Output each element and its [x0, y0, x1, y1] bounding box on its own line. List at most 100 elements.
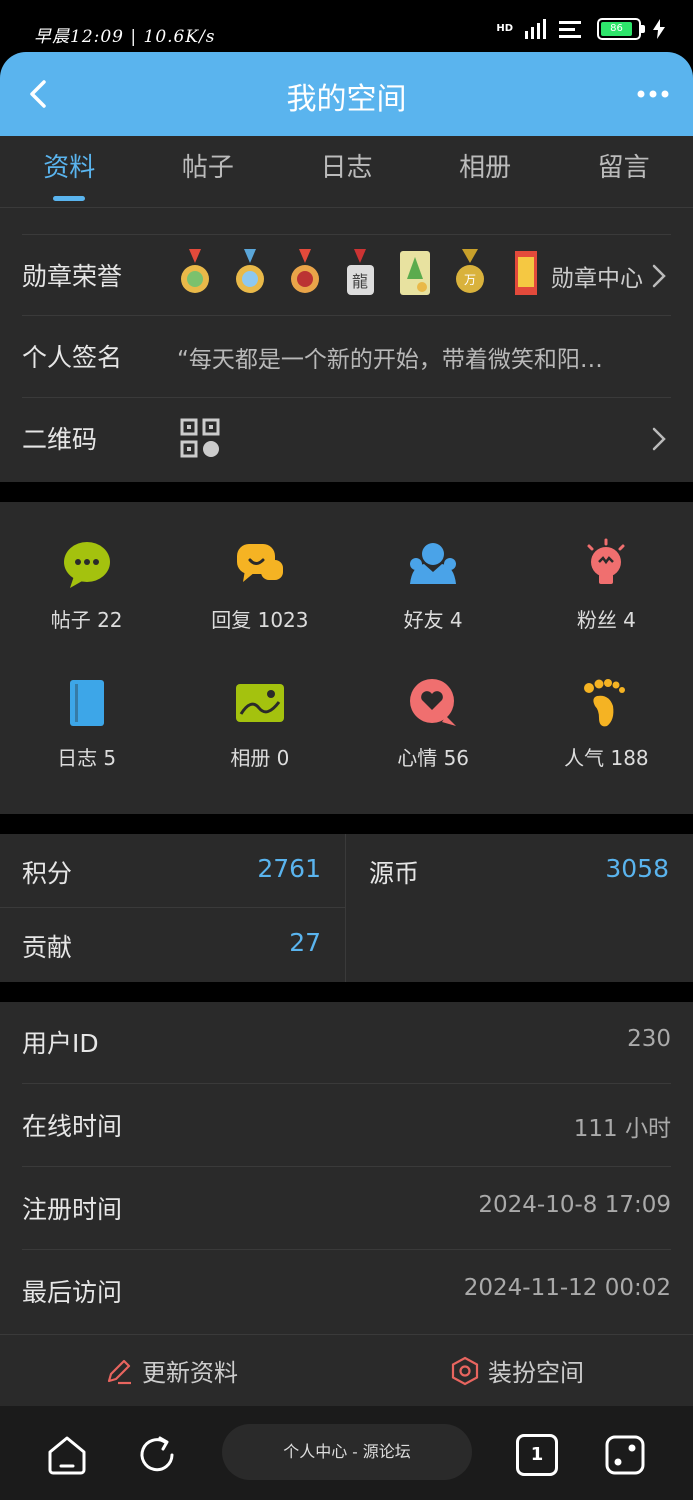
tab-journal[interactable]: 日志: [277, 136, 416, 207]
reply-bubbles-icon: [236, 544, 283, 582]
stat-journal[interactable]: 日志 5: [0, 662, 173, 800]
action-bar: 更新资料 装扮空间: [0, 1334, 693, 1406]
contrib-value: 27: [289, 928, 321, 957]
contrib-cell[interactable]: 贡献 27: [0, 908, 346, 982]
qrcode-icon: [180, 418, 220, 458]
last-visit-label: 最后访问: [22, 1278, 123, 1307]
medal-flower-icon: [181, 249, 209, 293]
picture-icon: [235, 684, 284, 722]
info-section: 用户ID 230 在线时间 111 小时 注册时间 2024-10-8 17:0…: [0, 1002, 693, 1334]
edit-pencil-icon: [107, 1359, 131, 1384]
tab-messages[interactable]: 留言: [554, 136, 693, 207]
stat-replies[interactable]: 回复 1023: [173, 524, 346, 662]
medal-banner-icon: [515, 251, 537, 295]
medal-list: 龍 万: [177, 249, 544, 299]
contrib-label: 贡献: [22, 933, 73, 962]
page-title: 我的空间: [286, 82, 407, 117]
stat-posts-label: 帖子 22: [50, 608, 123, 632]
medal-scroll-icon: [400, 251, 430, 295]
footprint-icon: [584, 679, 626, 727]
userid-label: 用户ID: [22, 1029, 99, 1058]
medal-dragon-icon: 龍: [347, 249, 374, 295]
points-section: 积分 2761 源币 3058 贡献 27: [0, 834, 693, 982]
tab-album[interactable]: 相册: [416, 136, 555, 207]
stat-friends[interactable]: 好友 4: [347, 524, 520, 662]
stat-fans-label: 粉丝 4: [576, 608, 636, 632]
tab-bar: 资料 帖子 日志 相册 留言: [0, 136, 693, 208]
stat-mood-label: 心情 56: [397, 746, 470, 770]
online-time-value: 111 小时: [573, 1116, 671, 1142]
coin-value: 3058: [605, 854, 669, 883]
wifi-icon: [559, 21, 581, 38]
more-options-icon[interactable]: [633, 80, 673, 108]
stat-mood[interactable]: 心情 56: [347, 662, 520, 800]
signature-row[interactable]: 个人签名 “每天都是一个新的开始，带着微笑和阳…: [22, 316, 671, 398]
svg-text:龍: 龍: [352, 272, 368, 291]
battery-icon: 86: [597, 18, 645, 40]
signature-text: “每天都是一个新的开始，带着微笑和阳…: [177, 347, 603, 373]
update-profile-button[interactable]: 更新资料: [104, 1353, 238, 1388]
dress-space-label: 装扮空间: [488, 1359, 584, 1387]
svg-text:万: 万: [464, 273, 476, 287]
chevron-right-icon: [652, 264, 666, 288]
qrcode-row[interactable]: 二维码: [22, 398, 671, 480]
bottom-nav: 个人中心 - 源论坛 1: [0, 1406, 693, 1500]
medal-heart-icon: [291, 249, 319, 293]
network-hd-icon: HD: [496, 23, 513, 34]
status-bar: 早晨12:09 | 10.6K/s HD 86: [0, 0, 693, 60]
tab-posts[interactable]: 帖子: [139, 136, 278, 207]
tab-profile[interactable]: 资料: [0, 136, 139, 207]
status-time-speed: 早晨12:09 | 10.6K/s: [34, 27, 216, 47]
chat-bubble-icon: [63, 542, 110, 588]
medals-row[interactable]: 勋章荣誉 龍 万 勋章中心: [22, 234, 671, 316]
charging-icon: [653, 19, 665, 39]
stat-journal-label: 日志 5: [57, 746, 117, 770]
info-row-online-time: 在线时间 111 小时: [22, 1085, 671, 1167]
menu-dice-icon[interactable]: [604, 1434, 646, 1476]
status-icons: HD 86: [496, 18, 665, 40]
stats-grid: 帖子 22 回复 1023 好友 4 粉丝 4 日志 5 相册 0 心情 56: [0, 502, 693, 800]
stat-album-label: 相册 0: [230, 746, 290, 770]
userid-value: 230: [627, 1026, 671, 1052]
last-visit-value: 2024-11-12 00:02: [463, 1275, 671, 1301]
medal-center-link[interactable]: 勋章中心: [551, 259, 643, 293]
signal-icon: [525, 19, 546, 39]
register-time-label: 注册时间: [22, 1195, 123, 1224]
stat-replies-label: 回复 1023: [211, 608, 309, 632]
stats-section: 帖子 22 回复 1023 好友 4 粉丝 4 日志 5 相册 0 心情 56: [0, 502, 693, 814]
info-row-register-time: 注册时间 2024-10-8 17:09: [22, 1168, 671, 1250]
score-cell[interactable]: 积分 2761: [0, 834, 346, 908]
score-value: 2761: [257, 854, 321, 883]
score-label: 积分: [22, 859, 73, 888]
home-icon[interactable]: [46, 1434, 88, 1476]
hexagon-settings-icon: [451, 1356, 479, 1385]
coin-label: 源币: [369, 859, 420, 888]
friends-icon: [410, 543, 457, 584]
info-row-last-visit: 最后访问 2024-11-12 00:02: [22, 1251, 671, 1333]
online-time-label: 在线时间: [22, 1112, 123, 1141]
info-row-userid: 用户ID 230: [22, 1002, 671, 1084]
stat-album[interactable]: 相册 0: [173, 662, 346, 800]
stat-fans[interactable]: 粉丝 4: [520, 524, 693, 662]
dress-space-button[interactable]: 装扮空间: [450, 1353, 584, 1388]
tab-count-button[interactable]: 1: [516, 1434, 558, 1476]
page-url-pill[interactable]: 个人中心 - 源论坛: [222, 1424, 472, 1480]
register-time-value: 2024-10-8 17:09: [478, 1192, 671, 1218]
refresh-icon[interactable]: [136, 1434, 178, 1476]
medal-gold-icon: 万: [456, 249, 484, 293]
qrcode-label: 二维码: [22, 425, 98, 454]
stat-posts[interactable]: 帖子 22: [0, 524, 173, 662]
stat-friends-label: 好友 4: [403, 608, 463, 632]
stat-popularity-label: 人气 188: [564, 746, 649, 770]
medals-label: 勋章荣誉: [22, 262, 123, 291]
update-profile-label: 更新资料: [142, 1359, 238, 1387]
tab-count-value: 1: [530, 1444, 544, 1465]
chevron-right-icon: [652, 427, 666, 451]
lightbulb-icon: [587, 538, 625, 584]
app-header: 我的空间: [0, 52, 693, 136]
coin-cell[interactable]: 源币 3058: [347, 834, 693, 982]
stat-popularity[interactable]: 人气 188: [520, 662, 693, 800]
notebook-icon: [69, 680, 104, 726]
heart-bubble-icon: [410, 679, 457, 726]
signature-label: 个人签名: [22, 343, 123, 372]
